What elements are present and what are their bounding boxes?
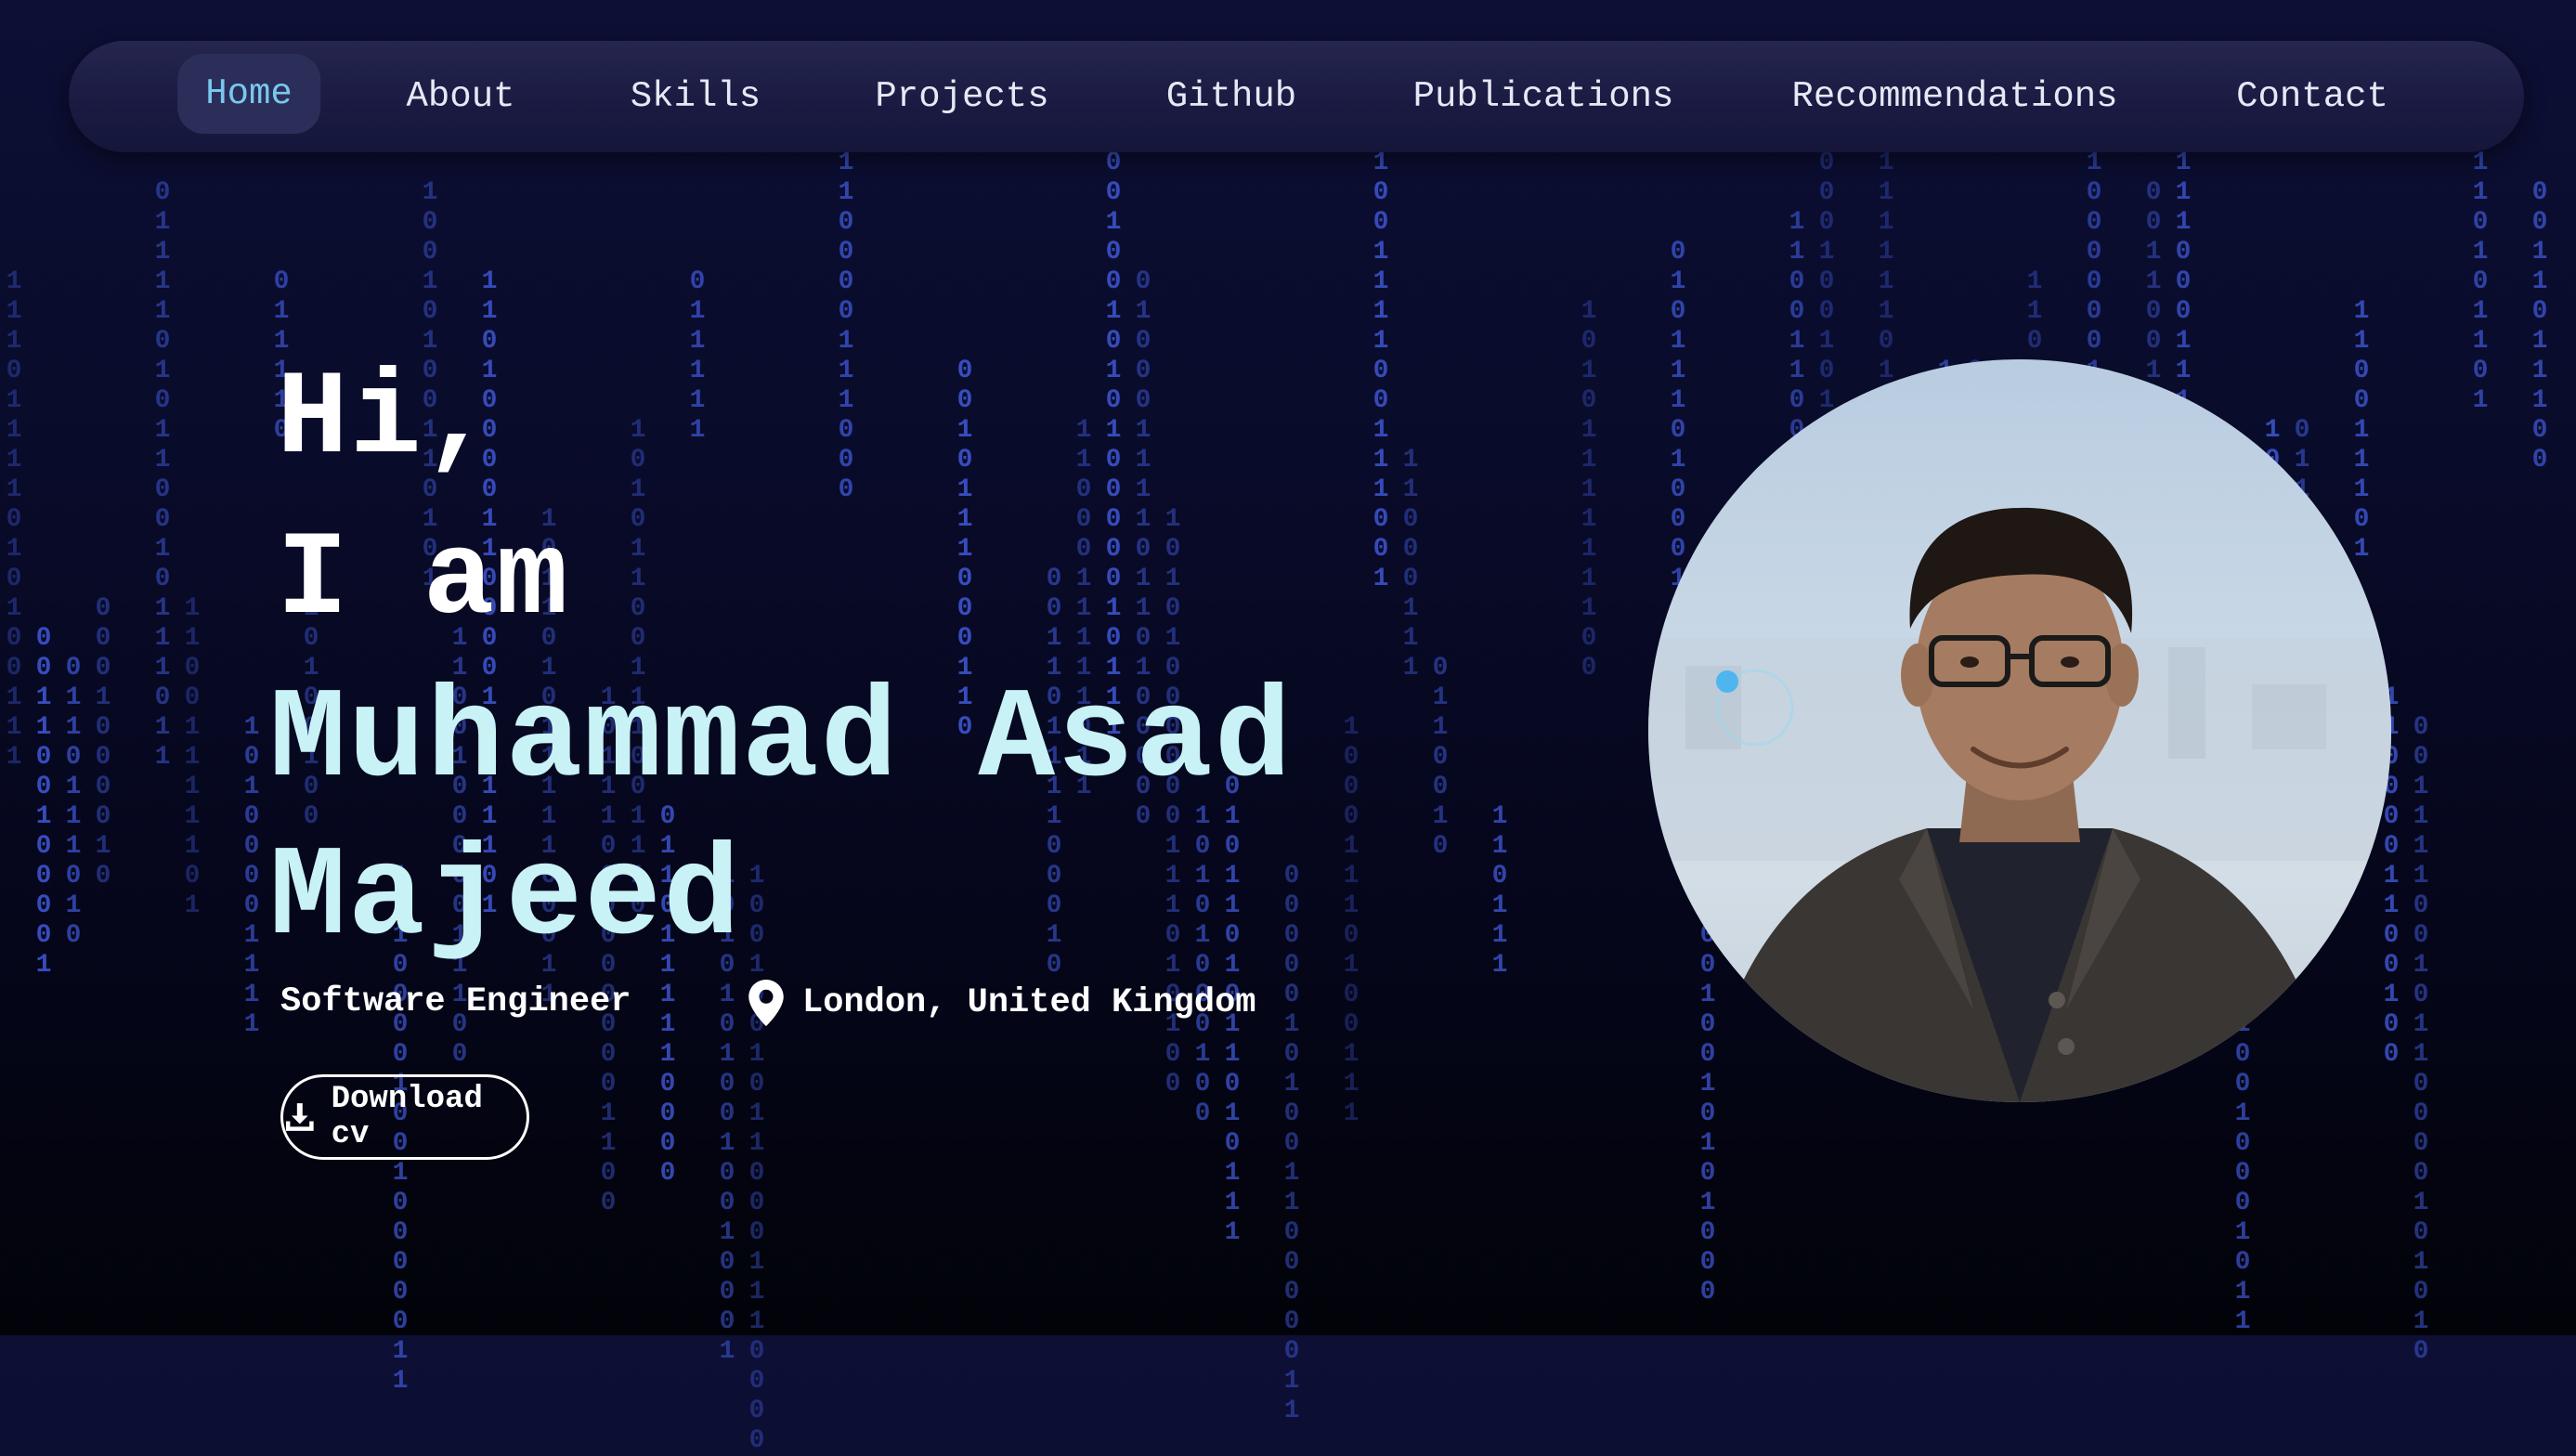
binary-rain-column: 0 1 1 0 1 1 1 1 1 0 0 0 0 xyxy=(659,802,676,1188)
download-icon xyxy=(285,1103,314,1131)
nav-recommendations-link[interactable]: Recommendations xyxy=(1791,41,2117,152)
nav-home-link[interactable]: Home xyxy=(177,54,320,134)
location-text: London, United Kingdom xyxy=(802,983,1256,1022)
name-heading-line2: Majeed xyxy=(269,826,742,971)
binary-rain-column: 0 1 1 0 1 1 1 0 1 0 xyxy=(65,654,82,950)
nav-github-link[interactable]: Github xyxy=(1166,41,1296,152)
nav-projects-link[interactable]: Projects xyxy=(875,41,1048,152)
nav-contact-link[interactable]: Contact xyxy=(2236,41,2388,152)
download-cv-button[interactable]: Download cv xyxy=(280,1074,529,1160)
download-cv-label: Download cv xyxy=(331,1082,483,1152)
binary-rain-column: 0 0 1 1 0 0 1 0 0 0 0 1 xyxy=(35,624,52,980)
binary-rain-column: 1 0 1 0 1 0 0 0 1 0 0 xyxy=(1194,802,1211,1128)
nav-skills-link[interactable]: Skills xyxy=(631,41,761,152)
location-info: London, United Kingdom xyxy=(748,980,1255,1026)
binary-rain-column: 1 0 1 0 1 0 0 0 0 0 0 1 1 1 0 1 0 1 0 0 xyxy=(1164,505,1181,1098)
greeting-heading: Hi, xyxy=(277,353,497,488)
job-title: Software Engineer xyxy=(280,982,631,1021)
intro-heading: I am xyxy=(277,514,570,648)
top-navigation-bar: Home About Skills Projects Github Public… xyxy=(69,41,2524,152)
binary-rain-column: 1 0 1 0 0 0 0 1 1 1 1 xyxy=(243,713,260,1039)
binary-rain-column: 1 0 1 0 1 1 0 1 0 1 1 0 1 0 1 1 1 xyxy=(1224,743,1241,1247)
profile-photo xyxy=(1648,359,2391,1102)
name-heading-line1: Muhammad Asad xyxy=(269,669,1294,813)
binary-rain-column: 1 0 1 1 1 0 0 0 0 0 0 0 0 0 1 1 0 0 xyxy=(600,683,617,1217)
binary-rain-column: 1 1 0 0 0 0 1 1 0 0 1 0 0 xyxy=(2383,683,2400,1069)
nav-about-link[interactable]: About xyxy=(406,41,514,152)
map-pin-icon xyxy=(748,980,784,1026)
binary-rain-column: 0 0 1 1 0 1 1 1 0 0 xyxy=(2531,178,2548,474)
binary-rain-column: 0 0 1 1 1 1 0 0 1 0 1 1 0 0 0 0 1 0 1 0 … xyxy=(2413,713,2429,1366)
nav-publications-link[interactable]: Publications xyxy=(1413,41,1674,152)
binary-rain-column: 1 0 0 0 1 1 1 0 1 0 0 1 1 1 xyxy=(1343,713,1360,1128)
binary-rain-column: 1 1 1 0 1 1 1 1 0 1 0 1 0 0 1 1 1 xyxy=(6,267,22,772)
